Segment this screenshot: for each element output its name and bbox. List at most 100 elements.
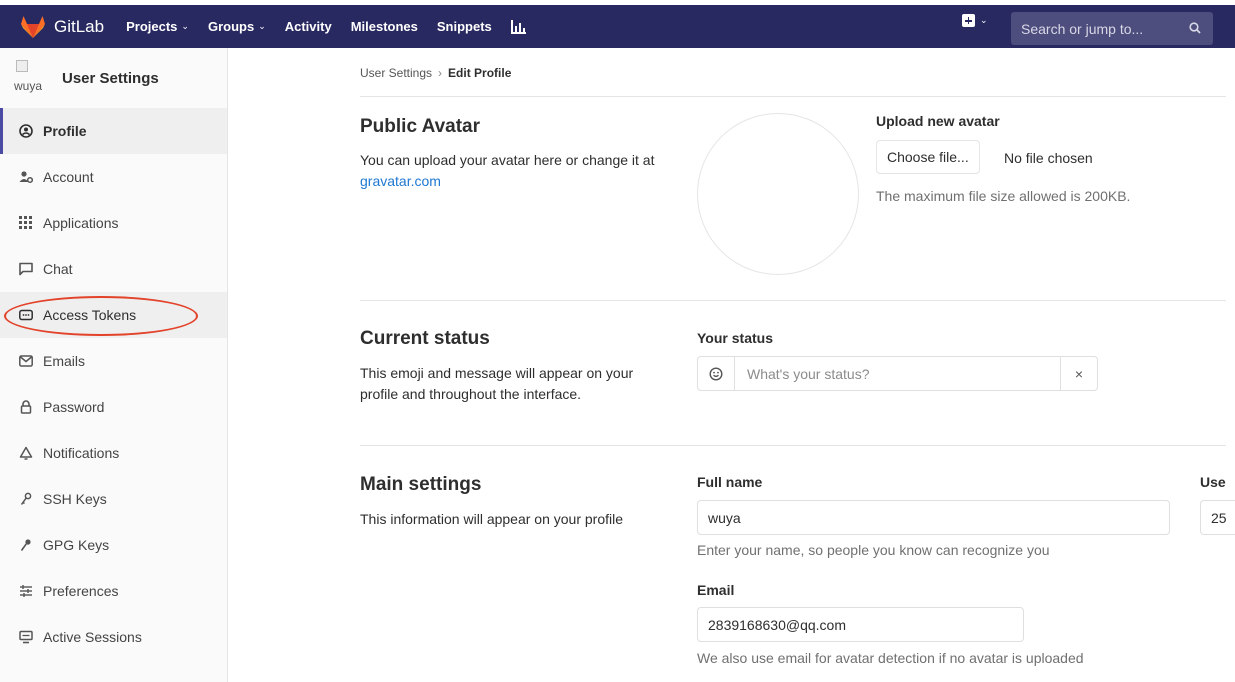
account-icon xyxy=(19,170,33,184)
nav-projects[interactable]: Projects ⌄ xyxy=(126,19,189,34)
breadcrumb: User Settings › Edit Profile xyxy=(360,66,511,80)
main-content: User Settings › Edit Profile Public Avatar… xyxy=(360,48,1235,682)
new-dropdown-button[interactable]: ⌄ xyxy=(962,14,988,27)
nav-groups-label: Groups xyxy=(207,19,255,34)
settings-sidebar: wuya User Settings Profile Account Appli… xyxy=(0,48,228,682)
chevron-down-icon: ⌄ xyxy=(258,21,266,31)
key-icon xyxy=(19,492,33,506)
chevron-down-icon: ⌄ xyxy=(181,21,189,31)
sidebar-item-notifications[interactable]: Notifications xyxy=(0,430,227,476)
sidebar-item-label: Account xyxy=(43,169,94,185)
sidebar-item-label: Password xyxy=(43,399,105,415)
divider xyxy=(360,96,1226,97)
profile-icon xyxy=(19,124,33,138)
sidebar-item-label: Preferences xyxy=(43,583,119,599)
sidebar-item-label: Chat xyxy=(43,261,73,277)
applications-icon xyxy=(19,216,33,230)
bell-icon xyxy=(19,446,33,460)
lock-icon xyxy=(19,400,33,414)
sidebar-item-profile[interactable]: Profile xyxy=(0,108,227,154)
sidebar-item-label: Emails xyxy=(43,353,86,369)
monitor-icon xyxy=(19,630,33,644)
no-file-chosen-text: No file chosen xyxy=(1004,150,1093,166)
current-status-description: This emoji and message will appear on yo… xyxy=(360,365,634,402)
sidebar-item-account[interactable]: Account xyxy=(0,154,227,200)
sidebar-item-label: Profile xyxy=(43,123,87,139)
chat-icon xyxy=(19,262,33,276)
public-avatar-desc-text: You can upload your avatar here or chang… xyxy=(360,152,655,168)
your-status-label: Your status xyxy=(697,330,773,346)
emoji-button[interactable] xyxy=(698,357,735,390)
clear-status-button[interactable]: × xyxy=(1060,357,1097,390)
search-input[interactable]: Search or jump to... xyxy=(1011,12,1213,45)
main-settings-title: Main settings xyxy=(360,474,482,495)
divider xyxy=(360,300,1226,301)
plus-square-icon xyxy=(962,14,975,27)
sidebar-item-access-tokens[interactable]: Access Tokens xyxy=(0,292,227,338)
email-icon xyxy=(19,354,33,368)
search-icon xyxy=(1189,22,1201,34)
status-field: What's your status? × xyxy=(697,356,1098,391)
main-settings-description: This information will appear on your pro… xyxy=(360,511,624,527)
sidebar-item-emails[interactable]: Emails xyxy=(0,338,227,384)
sidebar-item-active-sessions[interactable]: Active Sessions xyxy=(0,614,227,660)
chevron-down-icon: ⌄ xyxy=(980,15,988,25)
upload-avatar-label: Upload new avatar xyxy=(876,113,1000,129)
public-avatar-description: You can upload your avatar here or chang… xyxy=(360,150,670,192)
full-name-label: Full name xyxy=(697,474,763,490)
sidebar-item-preferences[interactable]: Preferences xyxy=(0,568,227,614)
full-name-input[interactable]: wuya xyxy=(697,500,1170,535)
gitlab-logo[interactable]: GitLab xyxy=(20,15,104,39)
search-placeholder: Search or jump to... xyxy=(1021,20,1144,37)
top-navbar: GitLab Projects ⌄ Groups ⌄ Activity Mile… xyxy=(0,0,1235,48)
sidebar-header: wuya User Settings xyxy=(0,48,227,108)
divider xyxy=(360,445,1226,446)
avatar-alt-text: wuya xyxy=(14,79,43,93)
sidebar-item-ssh-keys[interactable]: SSH Keys xyxy=(0,476,227,522)
sidebar-item-label: Applications xyxy=(43,215,119,231)
logo-text: GitLab xyxy=(54,16,105,36)
token-icon xyxy=(19,308,33,322)
full-name-help: Enter your name, so people you know can … xyxy=(697,542,1050,558)
preferences-icon xyxy=(19,584,33,598)
nav-analytics[interactable] xyxy=(510,19,527,34)
breadcrumb-current: Edit Profile xyxy=(448,66,512,80)
nav-projects-label: Projects xyxy=(126,19,178,34)
avatar[interactable]: wuya xyxy=(14,60,43,96)
breadcrumb-parent-link[interactable]: User Settings xyxy=(360,66,432,80)
email-help: We also use email for avatar detection i… xyxy=(697,650,1084,666)
nav-snippets-label: Snippets xyxy=(436,19,492,34)
sidebar-item-label: Access Tokens xyxy=(43,307,137,323)
max-size-help: The maximum file size allowed is 200KB. xyxy=(876,188,1131,204)
sidebar-item-label: Notifications xyxy=(43,445,120,461)
user-id-label: Use xyxy=(1200,474,1226,490)
sidebar-item-gpg-keys[interactable]: GPG Keys xyxy=(0,522,227,568)
gitlab-tanuki-icon xyxy=(21,15,45,38)
choose-file-button[interactable]: Choose file... xyxy=(876,140,980,174)
nav-groups[interactable]: Groups ⌄ xyxy=(208,19,266,34)
key-icon xyxy=(19,538,33,552)
nav-activity-label: Activity xyxy=(284,19,332,34)
nav-milestones[interactable]: Milestones xyxy=(351,19,418,34)
sidebar-item-label: Active Sessions xyxy=(43,629,142,645)
public-avatar-title: Public Avatar xyxy=(360,116,481,137)
sidebar-item-applications[interactable]: Applications xyxy=(0,200,227,246)
gravatar-link[interactable]: gravatar.com xyxy=(360,173,441,189)
sidebar-title: User Settings xyxy=(62,69,159,87)
email-field[interactable]: 2839168630@qq.com xyxy=(697,607,1024,642)
current-status-title: Current status xyxy=(360,328,490,349)
sidebar-item-label: GPG Keys xyxy=(43,537,110,553)
sidebar-item-chat[interactable]: Chat xyxy=(0,246,227,292)
avatar-preview xyxy=(697,113,859,275)
status-message-input[interactable]: What's your status? xyxy=(735,366,1060,382)
sidebar-item-password[interactable]: Password xyxy=(0,384,227,430)
broken-image-icon xyxy=(16,60,28,72)
chart-icon xyxy=(510,19,526,34)
smiley-icon xyxy=(709,366,723,381)
sidebar-item-label: SSH Keys xyxy=(43,491,107,507)
nav-activity[interactable]: Activity xyxy=(285,19,332,34)
email-label: Email xyxy=(697,582,735,598)
user-id-input[interactable]: 25 xyxy=(1200,500,1235,535)
nav-snippets[interactable]: Snippets xyxy=(437,19,492,34)
chevron-right-icon: › xyxy=(438,66,443,80)
